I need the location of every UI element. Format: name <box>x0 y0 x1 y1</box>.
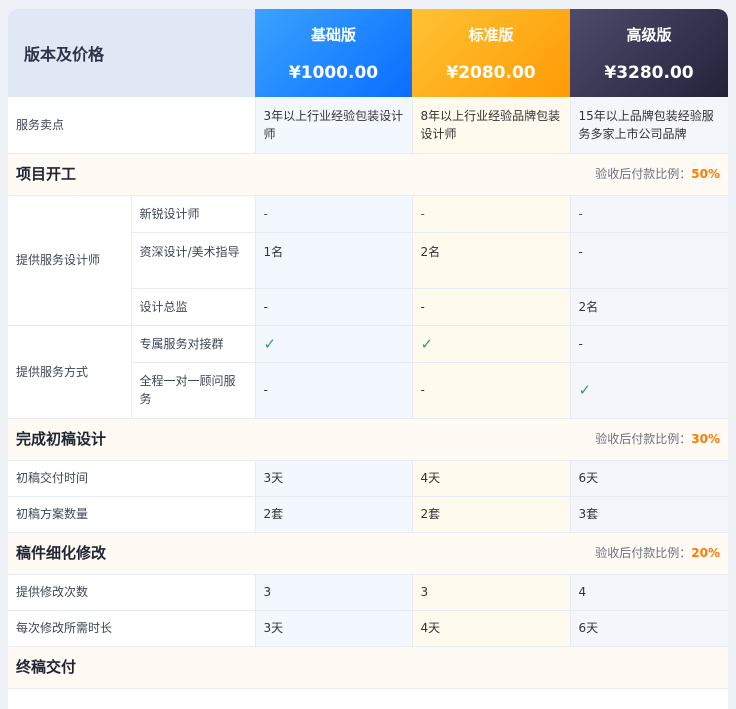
cell-advanced: 6天 <box>570 610 728 647</box>
section-header-kickoff: 项目开工 验收后付款比例：50% <box>8 153 728 196</box>
cell-standard: 2套 <box>412 496 571 533</box>
table-row: 每次修改所需时长 3天 4天 6天 <box>8 610 728 647</box>
cell-standard: - <box>412 288 571 326</box>
payment-ratio-label: 验收后付款比例： <box>595 431 692 446</box>
cell-basic: 1名 <box>255 232 413 289</box>
cell-standard: 4天 <box>412 460 571 497</box>
table-row: 提供服务方式 专属服务对接群 ✓ ✓ - <box>8 325 728 419</box>
section-header-draft: 完成初稿设计 验收后付款比例：30% <box>8 418 728 461</box>
table-row: 服务卖点 3年以上行业经验包装设计师 8年以上行业经验品牌包装设计师 15年以上… <box>8 97 728 154</box>
cell-standard: - <box>412 362 571 419</box>
row-label: 初稿方案数量 <box>8 496 256 533</box>
cell-basic: - <box>255 362 413 419</box>
row-label: 专属服务对接群 <box>131 325 256 363</box>
cell-basic: 2套 <box>255 496 413 533</box>
cell-advanced: 4 <box>570 574 728 611</box>
cell-standard: 4天 <box>412 610 571 647</box>
cell-standard: 2名 <box>412 232 571 289</box>
payment-ratio: 验收后付款比例：50% <box>595 165 720 183</box>
table-row: 提供修改次数 3 3 4 <box>8 574 728 611</box>
cell-basic: - <box>255 195 413 233</box>
section-header-revise: 稿件细化修改 验收后付款比例：20% <box>8 532 728 575</box>
pricing-table-card: 版本及价格 基础版 ¥1000.00 标准版 ¥2080.00 高级版 ¥328… <box>8 9 728 709</box>
payment-ratio-label: 验收后付款比例： <box>595 166 692 181</box>
payment-ratio-label: 验收后付款比例： <box>595 545 692 560</box>
payment-ratio-value: 30% <box>691 431 721 446</box>
cell-standard: 3 <box>412 574 571 611</box>
row-label: 初稿交付时间 <box>8 460 256 497</box>
check-icon: ✓ <box>412 325 571 363</box>
plan-standard-price: ¥2080.00 <box>446 62 536 83</box>
group-label-designers: 提供服务设计师 <box>8 195 132 326</box>
cell-basic: - <box>255 288 413 326</box>
section-title: 完成初稿设计 <box>16 429 107 448</box>
payment-ratio: 验收后付款比例：30% <box>595 430 720 448</box>
cell-advanced: 6天 <box>570 460 728 497</box>
selling-standard: 8年以上行业经验品牌包装设计师 <box>412 97 571 154</box>
row-label: 全程一对一顾问服务 <box>131 362 256 419</box>
row-label: 每次修改所需时长 <box>8 610 256 647</box>
cell-advanced: - <box>570 232 728 289</box>
check-icon: ✓ <box>570 362 728 419</box>
section-title: 终稿交付 <box>16 657 77 676</box>
cell-advanced: 2名 <box>570 288 728 326</box>
table-row: 初稿交付时间 3天 4天 6天 <box>8 460 728 497</box>
section-title: 稿件细化修改 <box>16 543 107 562</box>
plan-advanced-name: 高级版 <box>626 25 672 44</box>
plan-standard[interactable]: 标准版 ¥2080.00 <box>412 9 570 97</box>
pricing-header: 版本及价格 基础版 ¥1000.00 标准版 ¥2080.00 高级版 ¥328… <box>8 9 728 97</box>
group-label-service: 提供服务方式 <box>8 325 132 419</box>
plan-basic-name: 基础版 <box>310 25 356 44</box>
payment-ratio: 验收后付款比例：20% <box>595 544 720 562</box>
cell-basic: 3天 <box>255 610 413 647</box>
cell-standard: - <box>412 195 571 233</box>
row-label-selling: 服务卖点 <box>8 97 256 154</box>
plan-standard-name: 标准版 <box>468 25 514 44</box>
section-title: 项目开工 <box>16 164 77 183</box>
feature-table: 服务卖点 3年以上行业经验包装设计师 8年以上行业经验品牌包装设计师 15年以上… <box>8 97 728 689</box>
check-icon: ✓ <box>255 325 413 363</box>
cell-advanced: - <box>570 195 728 233</box>
plan-advanced-price: ¥3280.00 <box>604 62 694 83</box>
cell-basic: 3天 <box>255 460 413 497</box>
row-label: 资深设计/美术指导 <box>131 232 256 289</box>
plan-basic-price: ¥1000.00 <box>288 62 379 83</box>
payment-ratio-value: 20% <box>691 545 721 560</box>
section-header-final: 终稿交付 <box>8 646 728 689</box>
plan-basic[interactable]: 基础版 ¥1000.00 <box>255 9 412 97</box>
row-label: 设计总监 <box>131 288 256 326</box>
header-label: 版本及价格 <box>8 9 255 97</box>
row-label: 新锐设计师 <box>131 195 256 233</box>
selling-advanced: 15年以上品牌包装经验服务多家上市公司品牌 <box>570 97 728 154</box>
payment-ratio-value: 50% <box>691 166 721 181</box>
table-row: 提供服务设计师 新锐设计师 - - - <box>8 195 728 326</box>
row-label: 提供修改次数 <box>8 574 256 611</box>
cell-advanced: 3套 <box>570 496 728 533</box>
cell-basic: 3 <box>255 574 413 611</box>
plan-advanced[interactable]: 高级版 ¥3280.00 <box>570 9 728 97</box>
cell-advanced: - <box>570 325 728 363</box>
selling-basic: 3年以上行业经验包装设计师 <box>255 97 413 154</box>
table-row: 初稿方案数量 2套 2套 3套 <box>8 496 728 533</box>
